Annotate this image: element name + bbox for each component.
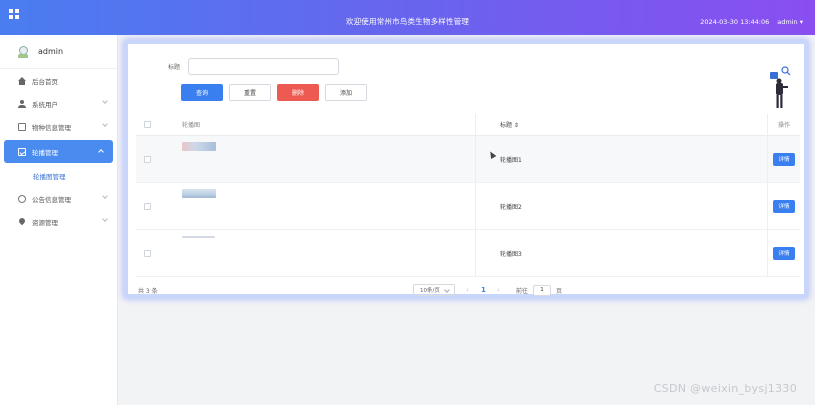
sidebar-item-label: 轮播管理 xyxy=(32,148,58,157)
delete-button[interactable]: 删除 xyxy=(277,84,319,101)
reset-button[interactable]: 重置 xyxy=(229,84,271,101)
search-label: 标题 xyxy=(168,64,181,71)
detail-button[interactable]: 详情 xyxy=(773,152,795,166)
pagination: 共 3 条 10条/页 ‹ 1 › 前往 页 xyxy=(136,283,800,297)
sidebar-item-resources[interactable]: 资源管理 xyxy=(0,210,117,233)
sidebar-item-carousel[interactable]: 轮播管理 xyxy=(4,140,113,163)
info-icon xyxy=(18,194,26,203)
carousel-thumbnail[interactable] xyxy=(182,142,216,151)
header-user-dropdown[interactable]: admin xyxy=(777,18,803,26)
chevron-down-icon xyxy=(102,98,108,104)
sidebar-item-species[interactable]: 物种信息管理 xyxy=(0,115,117,138)
table-row: 轮播图1 详情 xyxy=(136,136,800,183)
row-checkbox[interactable] xyxy=(143,202,151,210)
header-title: 欢迎使用常州市鸟类生物多样性管理 xyxy=(345,17,470,26)
prev-page-button[interactable]: ‹ xyxy=(466,286,469,294)
chevron-down-icon xyxy=(102,216,108,222)
chart-icon xyxy=(18,147,26,156)
action-buttons: 查询 重置 删除 添加 xyxy=(181,84,367,101)
goto-page-input[interactable] xyxy=(533,284,552,296)
table-row: 轮播图3 详情 xyxy=(136,230,800,277)
top-header: 欢迎使用常州市鸟类生物多样性管理 2024-03-30 13:44:06 adm… xyxy=(0,0,815,35)
profile-name: admin xyxy=(38,47,64,56)
main-content: 标题 查询 重置 删除 添加 轮播图 标题 ⇕ 操作 轮播图1 详情 轮播图2 … xyxy=(118,35,815,405)
chevron-down-icon xyxy=(102,193,108,199)
header-title-sortable[interactable]: 标题 ⇕ xyxy=(476,114,768,135)
current-page[interactable]: 1 xyxy=(481,286,486,294)
sidebar-menu: 后台首页 系统用户 物种信息管理 轮播管理 轮播图管理 公告信息管理 资源管理 xyxy=(0,69,117,233)
row-checkbox[interactable] xyxy=(143,249,151,257)
detail-button[interactable]: 详情 xyxy=(773,199,795,213)
header-image: 轮播图 xyxy=(158,114,476,135)
profile: admin xyxy=(0,35,117,69)
detail-button[interactable]: 详情 xyxy=(773,246,795,260)
goto-label: 前往 xyxy=(516,287,529,295)
add-button[interactable]: 添加 xyxy=(325,84,367,101)
row-title: 轮播图1 xyxy=(476,136,768,182)
carousel-thumbnail[interactable] xyxy=(182,236,215,238)
search-button[interactable]: 查询 xyxy=(181,84,223,101)
sidebar-item-label: 后台首页 xyxy=(32,77,58,86)
table-row: 轮播图2 详情 xyxy=(136,183,800,230)
sidebar-item-home[interactable]: 后台首页 xyxy=(0,69,117,92)
sidebar-item-label: 资源管理 xyxy=(32,218,58,227)
page-size-select[interactable]: 10条/页 xyxy=(413,284,455,296)
submenu-item-carousel-images[interactable]: 轮播图管理 xyxy=(0,165,117,187)
header-datetime: 2024-03-30 13:44:06 xyxy=(700,18,770,26)
document-icon xyxy=(18,122,26,131)
table-header: 轮播图 标题 ⇕ 操作 xyxy=(136,114,800,136)
pin-icon xyxy=(18,218,26,226)
header-right: 2024-03-30 13:44:06 admin xyxy=(700,18,803,26)
header-op: 操作 xyxy=(777,122,790,129)
row-image-cell xyxy=(158,136,476,182)
carousel-thumbnail[interactable] xyxy=(182,189,216,198)
sidebar-item-label: 系统用户 xyxy=(32,100,58,109)
carousel-table: 轮播图 标题 ⇕ 操作 轮播图1 详情 轮播图2 详情 轮播图3 详情 xyxy=(136,114,800,277)
row-title: 轮播图3 xyxy=(476,230,768,276)
sidebar-item-label: 公告信息管理 xyxy=(32,195,71,204)
chevron-down-icon xyxy=(102,121,108,127)
row-image-cell xyxy=(158,230,476,276)
person-search-illustration xyxy=(770,66,791,108)
next-page-button[interactable]: › xyxy=(497,286,500,294)
search-row: 标题 xyxy=(168,58,340,75)
home-icon xyxy=(18,76,26,85)
watermark: CSDN @weixin_bysj1330 xyxy=(653,382,797,395)
total-count: 共 3 条 xyxy=(138,287,158,295)
goto-page: 前往 页 xyxy=(516,284,563,296)
sidebar-item-notices[interactable]: 公告信息管理 xyxy=(0,187,117,210)
row-title: 轮播图2 xyxy=(476,183,768,229)
row-checkbox[interactable] xyxy=(143,155,151,163)
sidebar-item-label: 物种信息管理 xyxy=(32,123,71,132)
avatar-icon xyxy=(18,45,28,58)
title-search-input[interactable] xyxy=(188,58,340,75)
row-image-cell xyxy=(158,183,476,229)
sidebar-item-system-users[interactable]: 系统用户 xyxy=(0,92,117,115)
goto-suffix: 页 xyxy=(556,287,563,295)
select-all-checkbox[interactable] xyxy=(143,121,151,128)
user-icon xyxy=(18,99,26,108)
content-card: 标题 查询 重置 删除 添加 轮播图 标题 ⇕ 操作 轮播图1 详情 轮播图2 … xyxy=(124,40,808,298)
sidebar: admin 后台首页 系统用户 物种信息管理 轮播管理 轮播图管理 公告信息管理 xyxy=(0,35,118,405)
chevron-up-icon xyxy=(98,149,104,155)
